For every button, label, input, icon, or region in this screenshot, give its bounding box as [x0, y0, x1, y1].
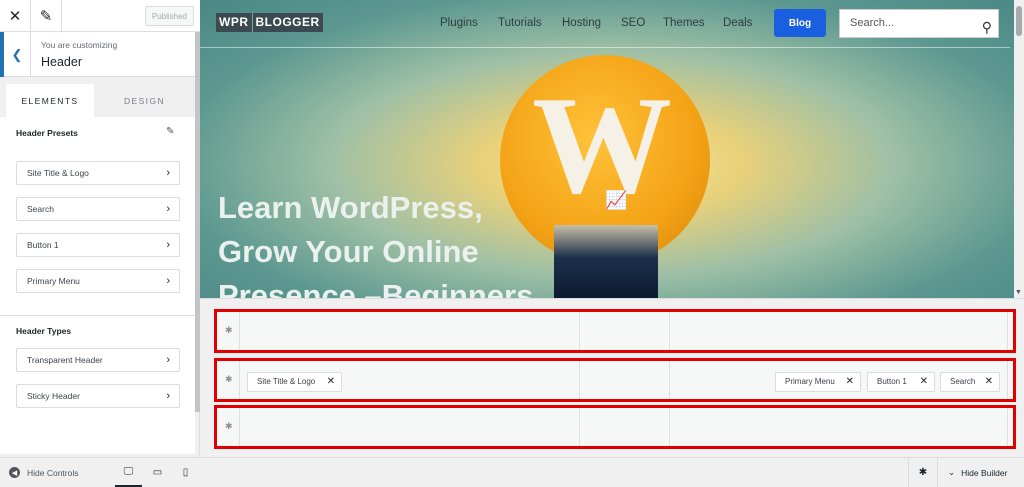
nav-seo[interactable]: SEO [621, 17, 645, 29]
chevron-down-icon: ⌄ [948, 467, 956, 477]
gear-icon[interactable]: ✱ [908, 458, 938, 487]
chevron-right-icon: › [166, 354, 170, 366]
chevron-right-icon: › [166, 167, 170, 179]
column-divider [239, 408, 240, 446]
hero-heading: Learn WordPress, Grow Your Online Presen… [218, 186, 618, 298]
preset-label: Button 1 [27, 240, 59, 250]
back-chevron-icon[interactable]: ❮ [0, 32, 31, 77]
nav-plugins[interactable]: Plugins [440, 17, 478, 29]
gear-icon[interactable]: ✱ [225, 325, 233, 336]
arrow-left-icon: ◀ [9, 467, 20, 478]
pencil-icon[interactable]: ✎ [31, 0, 62, 32]
blog-button[interactable]: Blog [774, 9, 826, 37]
chip-label: Primary Menu [785, 377, 835, 386]
presets-heading: Header Presets [16, 128, 78, 138]
tab-elements[interactable]: ELEMENTS [6, 84, 94, 117]
tab-design[interactable]: DESIGN [96, 84, 193, 117]
type-sticky-header[interactable]: Sticky Header › [16, 384, 180, 408]
chip-site-title-logo[interactable]: Site Title & Logo ✕ [247, 372, 342, 392]
logo-part-b: BLOGGER [251, 13, 323, 32]
search-input[interactable]: Search... ⚲ [839, 9, 999, 38]
chip-label: Search [950, 377, 976, 386]
preset-label: Primary Menu [27, 276, 80, 286]
column-divider [669, 361, 670, 399]
nav-deals[interactable]: Deals [723, 17, 752, 29]
hide-builder-label: Hide Builder [961, 467, 1008, 478]
publish-button[interactable]: Published [144, 6, 194, 26]
column-divider [1007, 408, 1008, 446]
section-divider [0, 315, 195, 316]
close-icon[interactable]: ✕ [0, 0, 31, 32]
logo-part-a: WPR [216, 13, 252, 32]
customizer-sidebar: ✕ ✎ Published ❮ You are customizing Head… [0, 0, 200, 487]
sidebar-footer: ◀ Hide Controls 🖵 ▭ ▯ [0, 457, 200, 487]
preset-label: Search [27, 204, 54, 214]
type-transparent-header[interactable]: Transparent Header › [16, 348, 180, 372]
type-label: Sticky Header [27, 391, 80, 401]
preset-primary-menu[interactable]: Primary Menu › [16, 269, 180, 293]
types-heading: Header Types [16, 326, 72, 336]
chevron-right-icon: › [166, 275, 170, 287]
column-divider [239, 312, 240, 350]
header-divider [200, 47, 1010, 48]
scroll-down-icon[interactable]: ▼ [1015, 289, 1022, 296]
remove-icon[interactable]: ✕ [920, 373, 928, 391]
type-label: Transparent Header [27, 355, 103, 365]
column-divider [579, 312, 580, 350]
hide-builder-button[interactable]: ⌄ Hide Builder [948, 458, 1007, 487]
preset-button-1[interactable]: Button 1 › [16, 233, 180, 257]
elements-panel: Header Presets ✎ Site Title & Logo › Sea… [0, 117, 195, 454]
builder-row-main[interactable]: ✱ Site Title & Logo ✕ Primary Menu ✕ But… [214, 358, 1016, 402]
hide-controls-button[interactable]: ◀ Hide Controls [9, 458, 79, 487]
chip-search[interactable]: Search ✕ [940, 372, 1000, 392]
chevron-right-icon: › [166, 390, 170, 402]
column-divider [1007, 361, 1008, 399]
chevron-right-icon: › [166, 239, 170, 251]
search-placeholder: Search... [850, 17, 895, 29]
chip-label: Button 1 [877, 377, 907, 386]
context-title: Header [41, 55, 82, 69]
search-icon[interactable]: ⚲ [982, 14, 992, 41]
remove-icon[interactable]: ✕ [846, 373, 854, 391]
preset-search[interactable]: Search › [16, 197, 180, 221]
chip-label: Site Title & Logo [257, 377, 316, 386]
chip-primary-menu[interactable]: Primary Menu ✕ [775, 372, 861, 392]
nav-hosting[interactable]: Hosting [562, 17, 601, 29]
nav-tutorials[interactable]: Tutorials [498, 17, 542, 29]
builder-row-bottom[interactable]: ✱ [214, 405, 1016, 449]
column-divider [669, 408, 670, 446]
site-logo[interactable]: WPR BLOGGER [216, 13, 323, 32]
remove-icon[interactable]: ✕ [985, 373, 993, 391]
column-divider [579, 408, 580, 446]
builder-row-top[interactable]: ✱ [214, 309, 1016, 353]
column-divider [669, 312, 670, 350]
gear-icon[interactable]: ✱ [225, 374, 233, 385]
scrollbar-thumb[interactable] [1016, 6, 1022, 36]
hide-controls-label: Hide Controls [27, 467, 79, 478]
gear-icon[interactable]: ✱ [225, 421, 233, 432]
context-subtitle: You are customizing [41, 40, 118, 50]
preview-scrollbar[interactable]: ▼ [1014, 0, 1024, 298]
chevron-right-icon: › [166, 203, 170, 215]
nav-themes[interactable]: Themes [663, 17, 705, 29]
chip-button-1[interactable]: Button 1 ✕ [867, 372, 935, 392]
remove-icon[interactable]: ✕ [327, 373, 335, 391]
column-divider [1007, 312, 1008, 350]
site-preview: WPR BLOGGER Plugins Tutorials Hosting SE… [200, 0, 1024, 298]
customizing-context: ❮ You are customizing Header [0, 32, 195, 77]
mobile-icon[interactable]: ▯ [172, 458, 199, 487]
hero-line: Presence –Beginners [218, 278, 534, 298]
tablet-icon[interactable]: ▭ [144, 458, 171, 487]
desktop-icon[interactable]: 🖵 [115, 458, 142, 487]
pencil-icon[interactable]: ✎ [166, 126, 174, 137]
column-divider [239, 361, 240, 399]
column-divider [579, 361, 580, 399]
preset-site-title-logo[interactable]: Site Title & Logo › [16, 161, 180, 185]
hero-line: Grow Your Online [218, 234, 479, 269]
panel-tabs: ELEMENTS DESIGN [0, 84, 195, 117]
preset-label: Site Title & Logo [27, 168, 89, 178]
builder-footer: ✱ ⌄ Hide Builder [200, 457, 1024, 487]
customizer-topbar: ✕ ✎ Published [0, 0, 200, 32]
hero-line: Learn WordPress, [218, 190, 483, 225]
